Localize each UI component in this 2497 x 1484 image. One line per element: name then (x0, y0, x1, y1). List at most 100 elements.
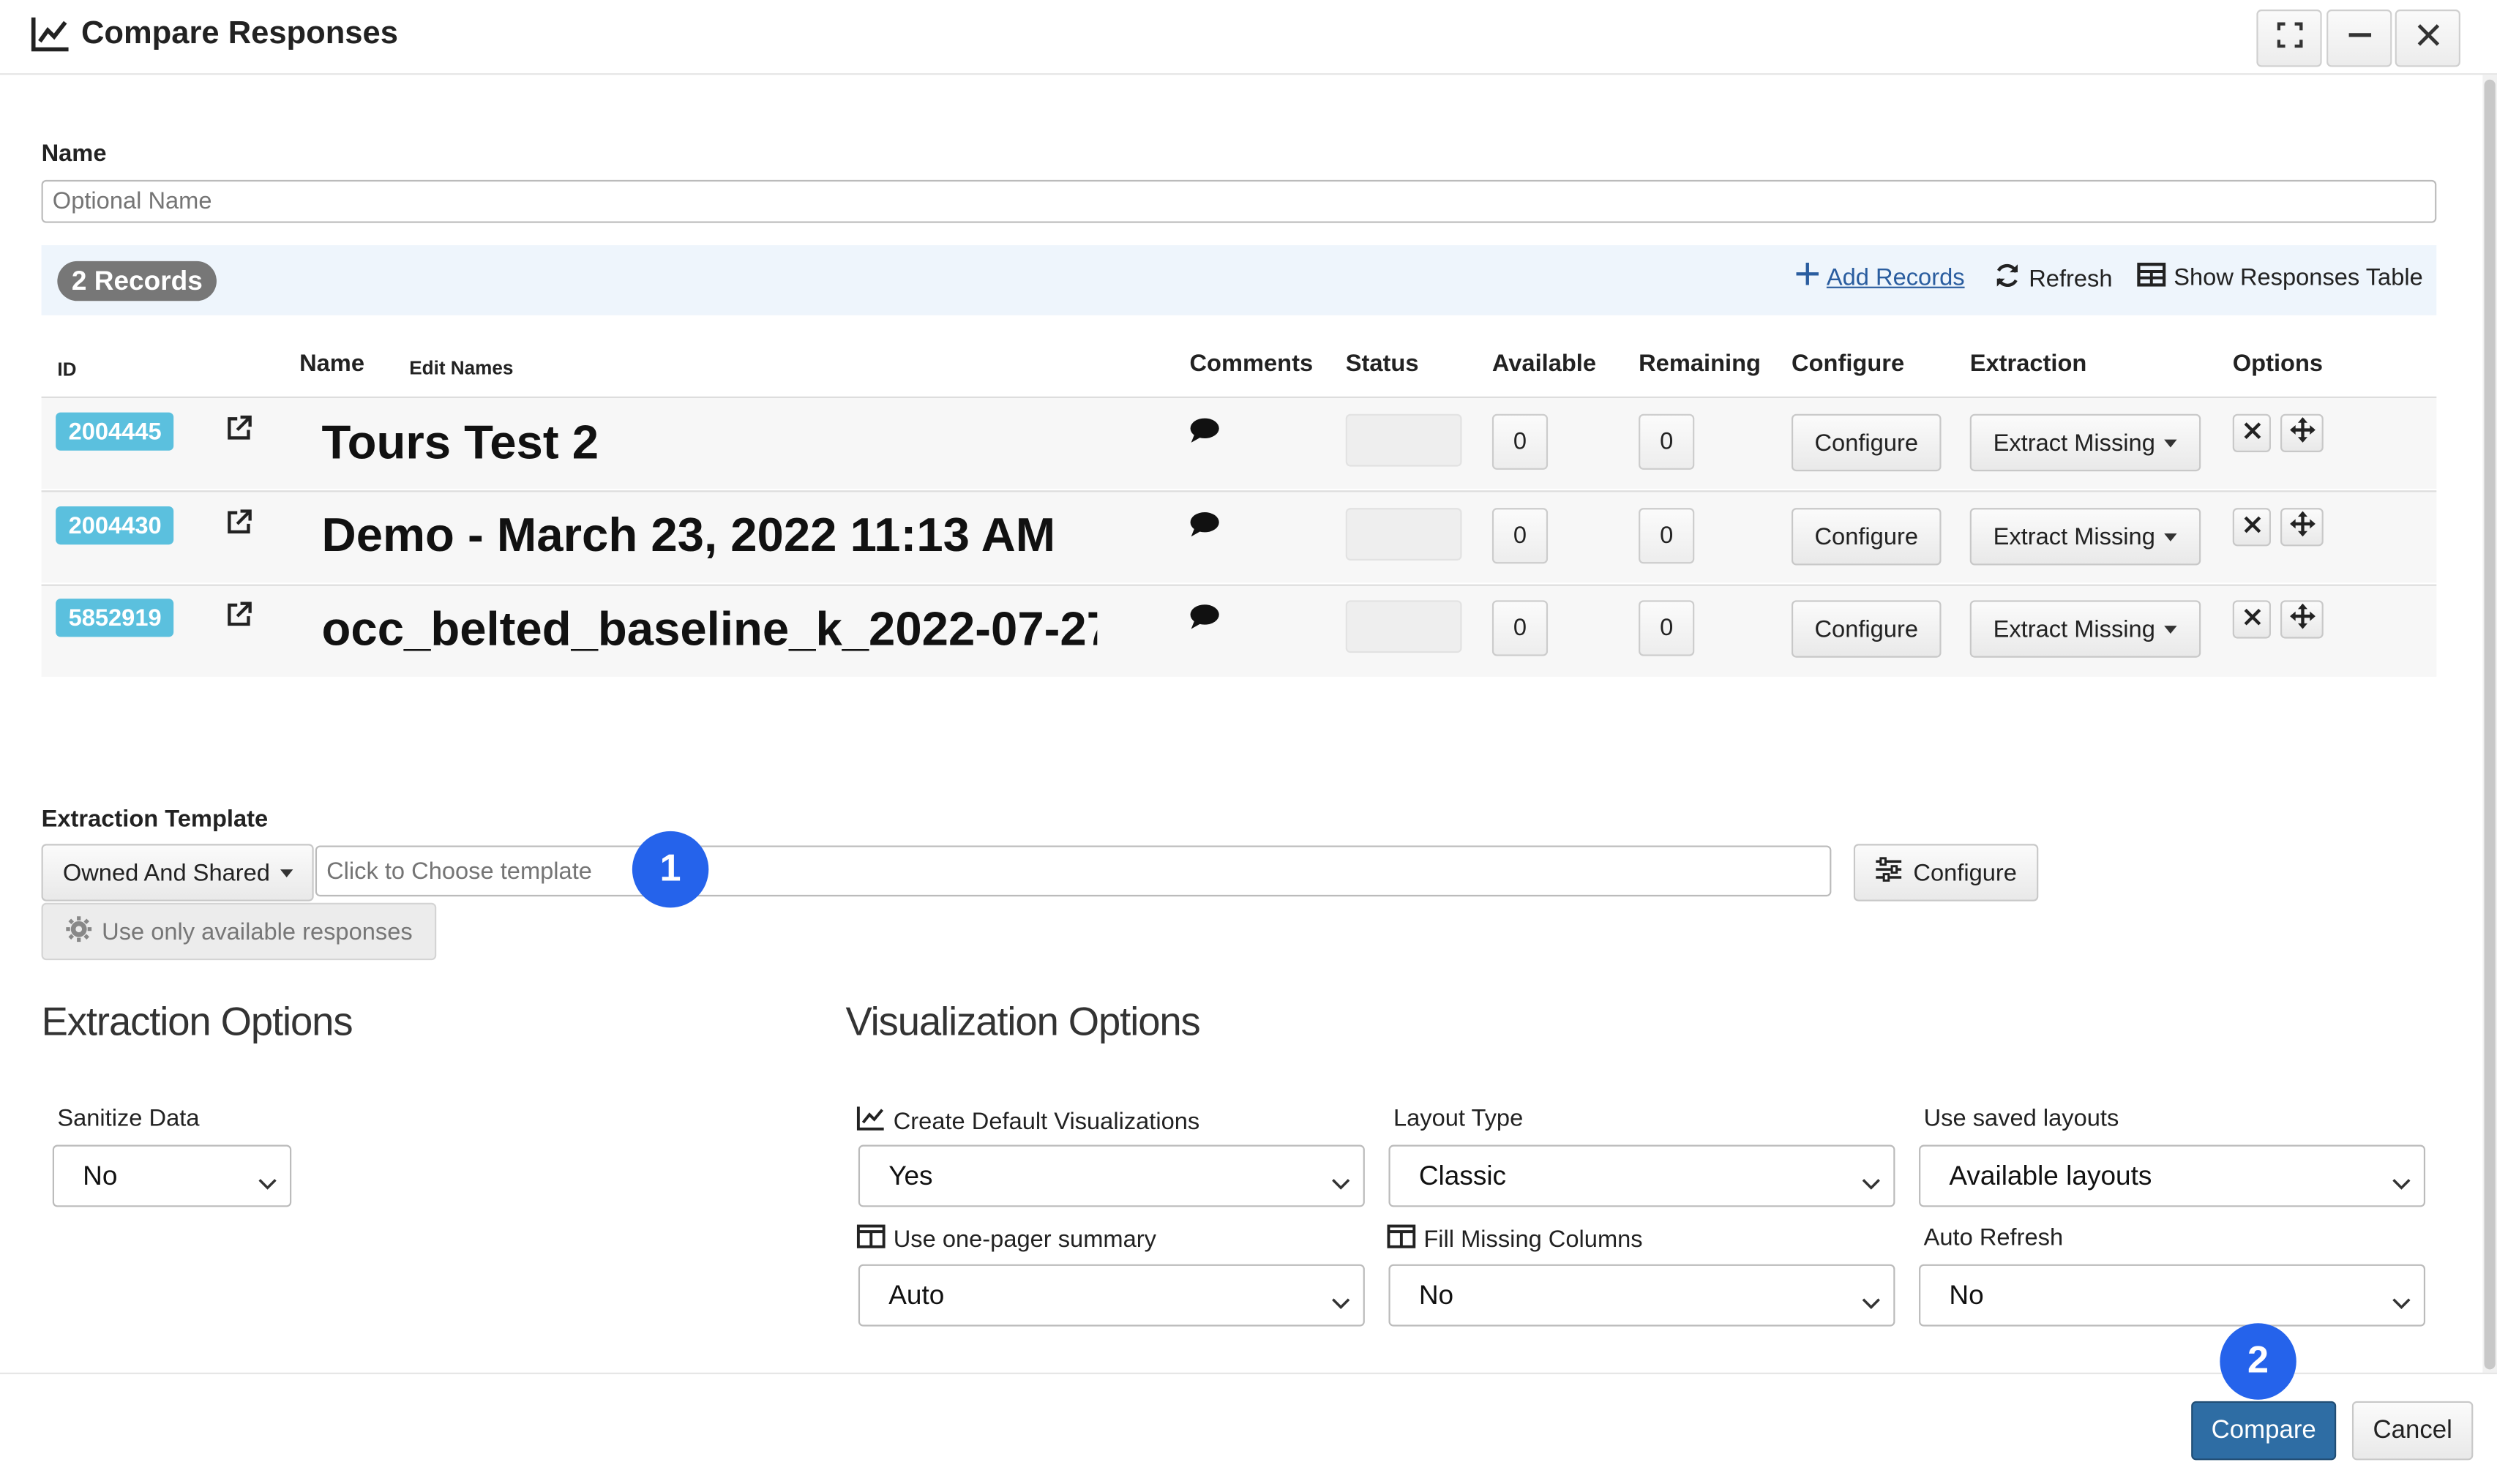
col-available: Available (1491, 350, 1597, 378)
configure-button[interactable]: Configure (1792, 508, 1942, 566)
configure-label: Configure (1814, 429, 1919, 457)
caret-down-icon (279, 869, 293, 877)
close-button[interactable] (2395, 10, 2460, 67)
move-icon (2289, 602, 2315, 637)
one-pager-text: Use one-pager summary (893, 1226, 1156, 1253)
add-records-label: Add Records (1826, 263, 1965, 291)
configure-button[interactable]: Configure (1792, 600, 1942, 658)
close-icon (2243, 605, 2261, 634)
fill-missing-select[interactable]: No (1388, 1264, 1895, 1327)
show-responses-table-button[interactable]: Show Responses Table (2137, 263, 2423, 293)
record-name: occ_belted_baseline_k_2022-07-27 (321, 603, 1098, 656)
close-icon (2243, 513, 2261, 541)
col-name: Name (299, 350, 364, 378)
auto-refresh-value: No (1949, 1279, 1984, 1310)
status-indicator (1345, 600, 1462, 653)
record-id-badge[interactable]: 2004430 (56, 506, 175, 545)
create-default-viz-value: Yes (888, 1160, 933, 1191)
record-name: Tours Test 2 (321, 417, 599, 470)
move-record-handle[interactable] (2280, 508, 2324, 547)
refresh-label: Refresh (2029, 265, 2113, 293)
saved-layouts-label: Use saved layouts (1923, 1105, 2119, 1133)
col-extraction: Extraction (1969, 350, 2087, 378)
layout-type-value: Classic (1418, 1160, 1507, 1191)
template-configure-button[interactable]: Configure (1853, 844, 2039, 902)
record-id-badge[interactable]: 2004445 (56, 412, 175, 451)
template-configure-label: Configure (1913, 858, 2017, 886)
external-link-icon[interactable] (225, 600, 253, 637)
extract-label: Extract Missing (1993, 522, 2155, 550)
extract-missing-dropdown[interactable]: Extract Missing (1969, 600, 2201, 658)
one-pager-select[interactable]: Auto (858, 1264, 1365, 1327)
close-icon (2416, 23, 2439, 53)
comment-icon[interactable] (1189, 604, 1219, 637)
line-chart-icon (30, 15, 72, 61)
template-scope-dropdown[interactable]: Owned And Shared (41, 844, 314, 902)
remove-record-button[interactable] (2232, 600, 2271, 639)
use-available-responses-toggle[interactable]: Use only available responses (41, 902, 437, 961)
fill-missing-text: Fill Missing Columns (1423, 1226, 1643, 1253)
col-configure: Configure (1792, 350, 1905, 378)
remaining-count: 0 (1639, 413, 1695, 470)
move-icon (2289, 416, 2315, 450)
col-comments: Comments (1189, 350, 1314, 378)
cancel-button[interactable]: Cancel (2351, 1401, 2474, 1461)
remove-record-button[interactable] (2232, 413, 2271, 452)
remove-record-button[interactable] (2232, 508, 2271, 547)
external-link-icon[interactable] (225, 414, 253, 451)
extract-missing-dropdown[interactable]: Extract Missing (1969, 508, 2201, 566)
auto-refresh-label: Auto Refresh (1923, 1224, 2064, 1252)
sliders-icon (1875, 857, 1903, 889)
external-link-icon[interactable] (225, 508, 253, 544)
minimize-button[interactable] (2326, 10, 2392, 67)
available-count: 0 (1491, 600, 1549, 656)
step-marker-1: 1 (632, 831, 709, 908)
plus-icon (1796, 263, 1819, 291)
comment-icon[interactable] (1189, 417, 1219, 451)
chevron-down-icon (1862, 1286, 1881, 1319)
fill-missing-label: Fill Missing Columns (1387, 1224, 1643, 1254)
record-id-badge[interactable]: 5852919 (56, 599, 175, 637)
compare-button[interactable]: Compare (2191, 1401, 2337, 1461)
chevron-down-icon (1331, 1167, 1350, 1199)
name-label: Name (41, 140, 107, 168)
sanitize-data-label: Sanitize Data (57, 1105, 200, 1133)
visualization-options-title: Visualization Options (845, 1000, 1200, 1045)
step-marker-2: 2 (2220, 1323, 2296, 1400)
col-remaining: Remaining (1639, 350, 1761, 378)
template-chooser-input[interactable] (315, 845, 1832, 897)
sanitize-data-value: No (83, 1160, 118, 1191)
move-icon (2289, 510, 2315, 544)
configure-button[interactable]: Configure (1792, 413, 1942, 472)
remaining-count: 0 (1639, 508, 1695, 564)
refresh-button[interactable]: Refresh (1994, 263, 2113, 295)
gear-icon (65, 915, 92, 948)
extraction-options-title: Extraction Options (41, 1000, 353, 1045)
chevron-down-icon (2392, 1167, 2411, 1199)
saved-layouts-select[interactable]: Available layouts (1919, 1144, 2426, 1207)
create-default-viz-select[interactable]: Yes (858, 1144, 1365, 1207)
edit-names-link[interactable]: Edit Names (409, 356, 513, 378)
move-record-handle[interactable] (2280, 413, 2324, 452)
scrollbar-thumb[interactable] (2484, 79, 2496, 1370)
caret-down-icon (2164, 625, 2178, 633)
comment-icon[interactable] (1189, 511, 1219, 544)
move-record-handle[interactable] (2280, 600, 2324, 639)
configure-label: Configure (1814, 522, 1919, 550)
minimize-icon (2346, 21, 2372, 55)
name-input[interactable] (41, 179, 2437, 223)
layout-type-select[interactable]: Classic (1388, 1144, 1895, 1207)
configure-label: Configure (1814, 615, 1919, 643)
extract-missing-dropdown[interactable]: Extract Missing (1969, 413, 2201, 472)
auto-refresh-select[interactable]: No (1919, 1264, 2426, 1327)
status-indicator (1345, 413, 1462, 467)
chevron-down-icon (1862, 1167, 1881, 1199)
records-count-badge: 2 Records (57, 261, 217, 301)
layout-type-label: Layout Type (1393, 1105, 1524, 1133)
line-chart-icon (856, 1105, 886, 1137)
sanitize-data-select[interactable]: No (52, 1144, 292, 1207)
expand-icon (2276, 21, 2302, 55)
add-records-link[interactable]: Add Records (1796, 263, 1965, 291)
remaining-count: 0 (1639, 600, 1695, 656)
expand-button[interactable] (2256, 10, 2322, 67)
